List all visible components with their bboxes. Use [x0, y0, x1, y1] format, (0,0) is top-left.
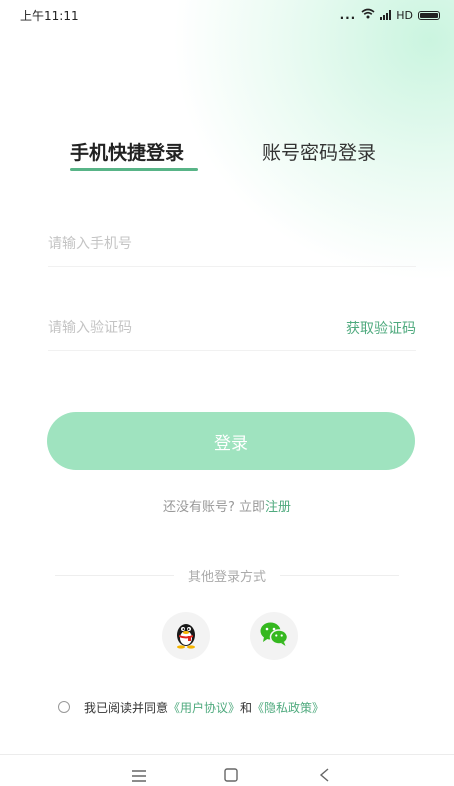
agreement-and: 和	[240, 700, 253, 715]
wechat-icon	[259, 621, 289, 651]
home-icon[interactable]	[224, 767, 238, 786]
background-glow	[0, 0, 454, 420]
divider-line-left	[55, 574, 174, 576]
back-icon[interactable]	[318, 767, 330, 786]
qq-login-button[interactable]	[162, 612, 210, 660]
active-tab-indicator	[70, 168, 198, 171]
register-prompt-text: 还没有账号? 立即	[162, 500, 266, 515]
status-time: 上午11:11	[20, 8, 79, 23]
status-dots: ...	[339, 8, 357, 22]
agreement-checkbox[interactable]	[58, 701, 70, 713]
login-tabs: 手机快捷登录 账号密码登录	[0, 138, 454, 178]
register-link[interactable]: 注册	[265, 500, 291, 515]
tab-quick-login[interactable]: 手机快捷登录	[70, 138, 184, 165]
status-indicators: ... HD	[340, 8, 440, 22]
register-prompt: 还没有账号? 立即注册	[0, 496, 454, 515]
get-code-button[interactable]: 获取验证码	[346, 318, 416, 338]
login-button[interactable]: 登录	[47, 412, 415, 470]
menu-icon[interactable]	[132, 767, 146, 786]
code-field: 获取验证码	[48, 306, 416, 351]
network-type: HD	[396, 8, 413, 22]
other-login-divider: 其他登录方式	[55, 566, 400, 585]
agreement-row: 我已阅读并同意 《用户协议》和《隐私政策》	[58, 697, 418, 717]
tab-password-login[interactable]: 账号密码登录	[262, 138, 376, 165]
wifi-icon	[361, 8, 375, 22]
status-bar: 上午11:11 ... HD	[0, 0, 454, 30]
phone-field	[48, 222, 416, 267]
divider-line-right	[280, 574, 400, 576]
battery-icon	[418, 10, 440, 20]
user-agreement-link[interactable]: 《用户协议》	[168, 699, 240, 716]
privacy-policy-link[interactable]: 《隐私政策》	[252, 699, 324, 716]
signal-icon	[380, 10, 392, 20]
agreement-prefix: 我已阅读并同意	[84, 700, 169, 715]
qq-icon	[173, 619, 199, 653]
wechat-login-button[interactable]	[250, 612, 298, 660]
verification-code-input[interactable]	[48, 306, 308, 350]
other-login-label: 其他登录方式	[188, 569, 267, 585]
phone-input[interactable]	[48, 222, 416, 266]
system-nav-bar	[0, 754, 454, 782]
